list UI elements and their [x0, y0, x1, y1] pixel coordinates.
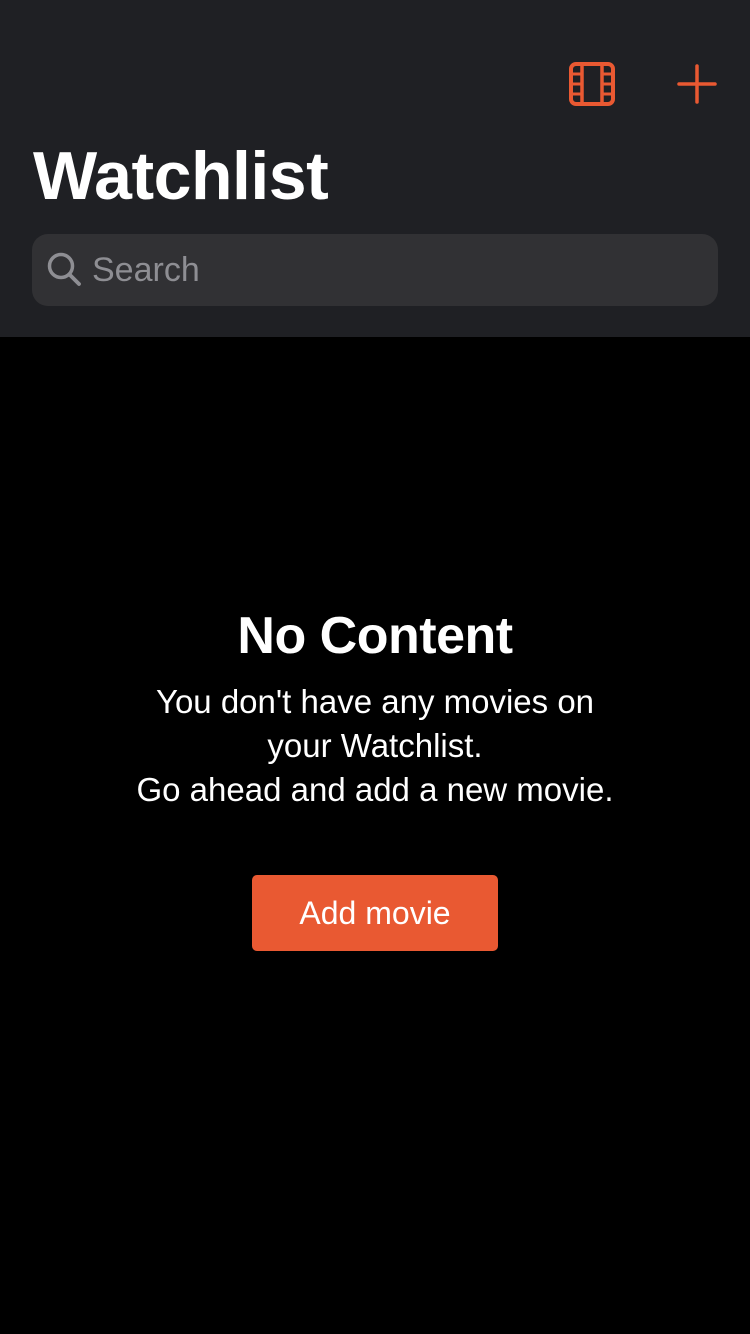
navigation-bar: Watchlist — [0, 0, 750, 337]
search-icon — [47, 252, 81, 286]
plus-icon — [677, 64, 717, 104]
add-button[interactable] — [672, 58, 722, 110]
film-button[interactable] — [566, 58, 618, 110]
watchlist-screen: Watchlist No Content You don't have any … — [0, 0, 750, 1334]
page-title: Watchlist — [33, 138, 329, 214]
empty-state-message: You don't have any movies on your Watchl… — [0, 680, 750, 812]
empty-state-message-line: your Watchlist. — [267, 727, 483, 764]
empty-state-message-line: Go ahead and add a new movie. — [136, 771, 614, 808]
add-movie-button[interactable]: Add movie — [252, 875, 498, 951]
empty-state: No Content You don't have any movies on … — [0, 600, 750, 812]
search-input[interactable] — [92, 234, 702, 306]
empty-state-message-line: You don't have any movies on — [155, 683, 595, 720]
empty-state-title: No Content — [237, 607, 513, 665]
search-bar[interactable] — [32, 234, 718, 306]
film-icon — [569, 62, 615, 106]
